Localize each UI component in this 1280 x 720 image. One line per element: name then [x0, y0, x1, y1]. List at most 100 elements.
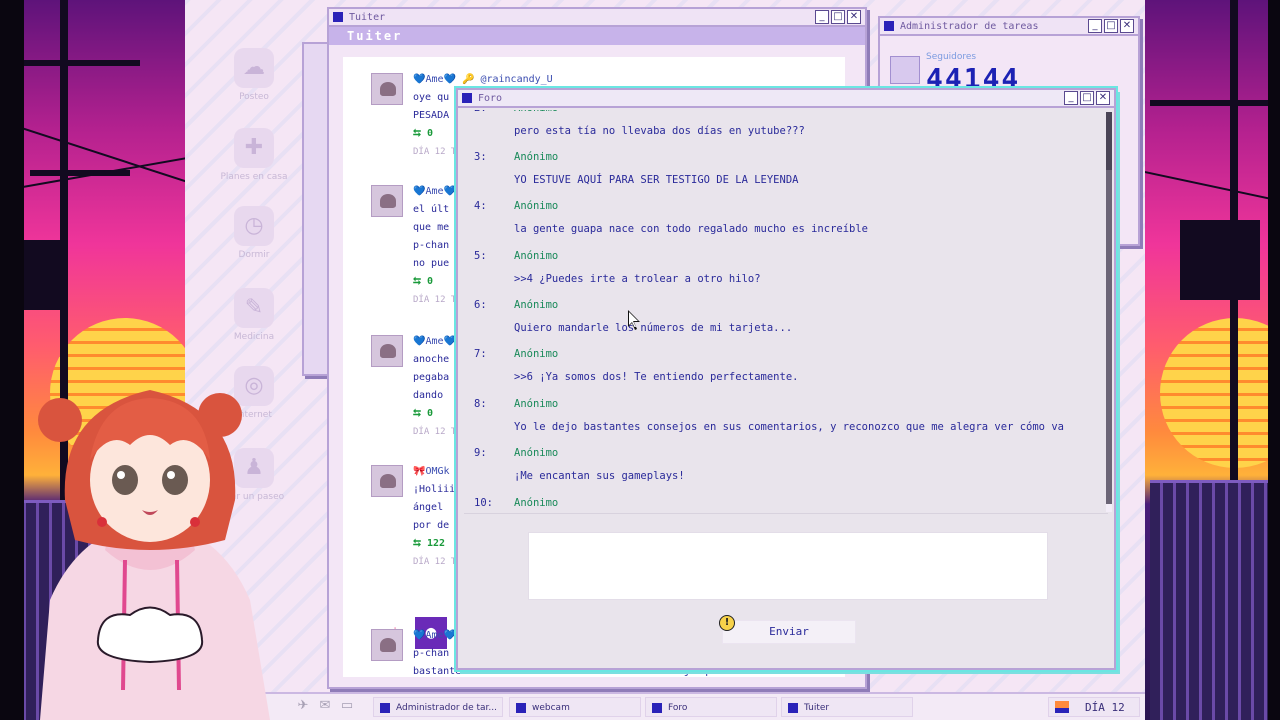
post-number: 6: [474, 299, 487, 311]
desktop-icon-planes-en-casa[interactable]: ✚ Planes en casa [209, 128, 299, 182]
background-scene-right [1140, 0, 1280, 720]
forum-titlebar[interactable]: Foro _ □ ✕ [458, 90, 1114, 108]
avatar [371, 465, 403, 497]
forum-post[interactable]: 6: Anónimo Quiero mandarle los números d… [464, 295, 1104, 344]
forum-thread[interactable]: 2: Anónimo pero esta tía no llevaba dos … [464, 110, 1108, 514]
avatar [371, 185, 403, 217]
post-author: Anónimo [514, 497, 559, 509]
window-title: Tuiter [349, 11, 386, 23]
taskbar-item-label: Foro [668, 703, 688, 713]
screen-icon[interactable]: ▭ [339, 698, 355, 714]
power-line [1140, 170, 1280, 204]
forum-post[interactable]: 8: Anónimo Yo le dejo bastantes consejos… [464, 394, 1104, 443]
forum-post[interactable]: 2: Anónimo pero esta tía no llevaba dos … [464, 110, 1104, 147]
desktop-icon-label: Posteo [239, 92, 269, 102]
thread-scrollbar[interactable] [1106, 112, 1112, 512]
tuiter-banner: Tuiter [329, 27, 865, 45]
reply-input[interactable] [528, 532, 1048, 600]
app-icon [788, 703, 798, 713]
close-button[interactable]: ✕ [1120, 19, 1134, 33]
task-manager-titlebar[interactable]: Administrador de tareas _ □ ✕ [880, 18, 1138, 36]
alarm-icon: ◷ [234, 206, 274, 246]
post-author: Anónimo [514, 110, 558, 118]
taskbar-item-task-manager[interactable]: Administrador de tar... [373, 697, 503, 717]
avatar [371, 73, 403, 105]
forum-post[interactable]: 7: Anónimo >>6 ¡Ya somos dos! Te entiend… [464, 344, 1104, 393]
app-icon [884, 21, 894, 31]
eye-left [112, 465, 138, 495]
post-author: Anónimo [514, 299, 559, 311]
hair-clip-left [97, 517, 107, 527]
post-author: Anónimo [514, 200, 559, 212]
window-title: Foro [478, 92, 503, 104]
app-icon [516, 703, 526, 713]
forum-post[interactable]: 10: Anónimo [464, 493, 1104, 513]
post-author: Anónimo [514, 447, 559, 459]
eye-highlight [117, 471, 125, 479]
avatar [371, 335, 403, 367]
transformer [1180, 220, 1260, 300]
maximize-button[interactable]: □ [1104, 19, 1118, 33]
app-icon [333, 12, 343, 22]
scrollbar-thumb-top[interactable] [1106, 112, 1112, 170]
tuiter-titlebar[interactable]: Tuiter _ □ ✕ [329, 9, 865, 27]
pill-icon: ✎ [234, 288, 274, 328]
minimize-button[interactable]: _ [1064, 91, 1078, 105]
forum-post[interactable]: 4: Anónimo la gente guapa nace con todo … [464, 196, 1104, 245]
post-message: pero esta tía no llevaba dos días en yut… [514, 125, 805, 137]
desktop-icon-dormir[interactable]: ◷ Dormir [209, 206, 299, 260]
taskbar-item-webcam[interactable]: webcam [509, 697, 641, 717]
post-number: 10: [474, 497, 493, 509]
followers-label: Seguidores [926, 52, 977, 62]
minimize-button[interactable]: _ [1088, 19, 1102, 33]
post-number: 2: [474, 110, 487, 118]
desktop-icon-medicina[interactable]: ✎ Medicina [209, 288, 299, 342]
cat-print [96, 606, 204, 664]
desktop-icon-label: Planes en casa [220, 172, 288, 182]
avatar [371, 629, 403, 661]
taskbar-item-label: Administrador de tar... [396, 703, 498, 713]
pole-crossbar [1150, 100, 1280, 106]
close-button[interactable]: ✕ [1096, 91, 1110, 105]
taskbar: ✈ ✉ ▭ Administrador de tar... webcam For… [265, 692, 1145, 720]
forum-window[interactable]: Foro _ □ ✕ 2: Anónimo pero esta tía no l… [456, 88, 1116, 670]
letterbox-right [1268, 0, 1280, 720]
taskbar-item-label: Tuiter [804, 703, 830, 713]
hair-bun-left [38, 398, 82, 442]
desktop-icon-posteo[interactable]: ☁ Posteo [209, 48, 299, 102]
maximize-button[interactable]: □ [831, 10, 845, 24]
minimize-button[interactable]: _ [815, 10, 829, 24]
forum-post[interactable]: 5: Anónimo >>4 ¿Puedes irte a trolear a … [464, 246, 1104, 295]
close-button[interactable]: ✕ [847, 10, 861, 24]
maximize-button[interactable]: □ [1080, 91, 1094, 105]
sunset-sun [1160, 318, 1280, 468]
scrollbar-thumb[interactable] [1106, 112, 1112, 504]
followers-icon [890, 56, 920, 84]
bird-icon[interactable]: ✈ [295, 698, 311, 714]
taskbar-item-tuiter[interactable]: Tuiter [781, 697, 913, 717]
eye-highlight [167, 471, 175, 479]
eye-right [162, 465, 188, 495]
mail-icon[interactable]: ✉ [317, 698, 333, 714]
post-number: 8: [474, 398, 487, 410]
post-message: YO ESTUVE AQUÍ PARA SER TESTIGO DE LA LE… [514, 174, 799, 186]
desktop-icon-label: Dormir [238, 250, 270, 260]
day-indicator: DÍA 12 [1048, 697, 1140, 717]
post-message: >>4 ¿Puedes irte a trolear a otro hilo? [514, 273, 761, 285]
tweet-author[interactable]: 💙Ame💙 🔑 @raincandy_U [413, 71, 831, 89]
forum-post[interactable]: 9: Anónimo ¡Me encantan sus gameplays! [464, 443, 1104, 492]
post-author: Anónimo [514, 151, 559, 163]
background-window [302, 42, 330, 376]
post-message: la gente guapa nace con todo regalado mu… [514, 223, 869, 235]
forum-post[interactable]: 3: Anónimo YO ESTUVE AQUÍ PARA SER TESTI… [464, 147, 1104, 196]
taskbar-item-foro[interactable]: Foro [645, 697, 777, 717]
day-label: DÍA 12 [1085, 701, 1125, 714]
cloud-icon: ☁ [234, 48, 274, 88]
app-icon [652, 703, 662, 713]
send-button[interactable]: Enviar [722, 620, 856, 644]
post-message: Yo le dejo bastantes consejos en sus com… [514, 421, 1064, 433]
hair-bun-right [198, 393, 242, 437]
building [1150, 480, 1280, 720]
post-number: 7: [474, 348, 487, 360]
app-icon [380, 703, 390, 713]
